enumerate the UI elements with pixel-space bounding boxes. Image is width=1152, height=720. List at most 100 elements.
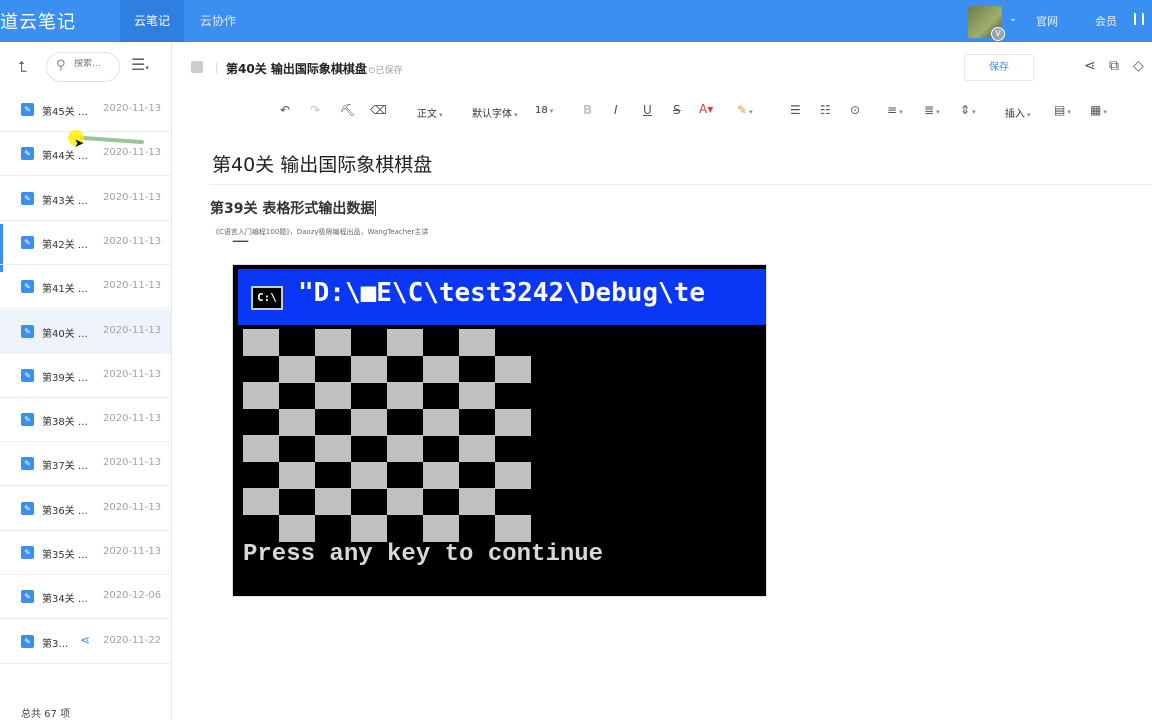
table-icon[interactable]: ▦ ▾ <box>1090 103 1107 117</box>
list-item[interactable]: ✎ 第35关 … 2020-11-13 <box>0 531 171 575</box>
note-icon: ✎ <box>21 501 34 515</box>
strikethrough-icon[interactable]: S <box>673 103 681 117</box>
back-icon[interactable]: ⮤ <box>18 58 27 76</box>
clipped-text-line: 一 <box>232 236 502 246</box>
align-icon[interactable]: ≡ ▾ <box>887 103 903 117</box>
font-color-icon[interactable]: A▾ <box>699 102 713 116</box>
note-list-sidebar: ⮤ ⚲ ☰▾ ✎第45关 …2020-11-13✎第44关 …2020-11-1… <box>0 42 172 720</box>
search-icon: ⚲ <box>56 58 66 73</box>
board-cell <box>315 329 351 356</box>
board-cell <box>243 488 279 515</box>
share-icon[interactable]: ⋖ <box>1084 58 1096 74</box>
line-height-icon[interactable]: ⇕ ▾ <box>960 103 976 117</box>
template-icon[interactable]: ▤ ▾ <box>1054 103 1071 117</box>
board-cell <box>459 435 495 462</box>
board-cell <box>423 514 459 542</box>
member-link[interactable]: 会员 <box>1095 13 1117 29</box>
checklist-icon[interactable]: ⊙ <box>850 103 860 117</box>
format-painter-icon[interactable]: ⛏ <box>340 103 355 117</box>
note-subtitle[interactable]: 第39关 表格形式输出数据 <box>210 198 377 218</box>
list-item[interactable]: ✎ 第41关 … 2020-11-13 <box>0 265 171 310</box>
board-cell <box>495 514 531 542</box>
console-title-path: "D:\■E\C\test3242\Debug\te <box>298 278 705 308</box>
italic-icon[interactable]: I <box>614 103 618 117</box>
redo-icon[interactable]: ↷ <box>310 103 320 117</box>
shared-icon: ⋖ <box>80 632 91 647</box>
board-cell <box>387 488 423 515</box>
heading-divider <box>210 184 1152 185</box>
avatar[interactable]: V <box>968 6 1005 41</box>
paragraph-style-select[interactable]: 正文 ▾ <box>417 105 443 120</box>
layout-toggle-icon[interactable] <box>191 61 203 73</box>
font-family-label: 默认字体 <box>472 109 512 120</box>
note-title: 第34关 … <box>42 594 88 606</box>
tab-cloud-collab[interactable]: 云协作 <box>196 0 240 42</box>
doc-title[interactable]: 第40关 输出国际象棋棋盘 <box>226 60 367 77</box>
note-title: 第39关 … <box>42 372 88 384</box>
search-input[interactable] <box>74 59 116 69</box>
note-title: 第37关 … <box>42 461 88 473</box>
copy-icon[interactable]: ⧉ <box>1109 58 1119 74</box>
underline-icon[interactable]: U <box>643 103 652 117</box>
font-size-select[interactable]: 18 ▾ <box>535 105 553 116</box>
insert-menu[interactable]: 插入 ▾ <box>1005 105 1031 120</box>
note-icon: ✎ <box>21 457 34 471</box>
editor-header: 第40关 输出国际象棋棋盘 ⊙已保存 保存 ⋖ ⧉ ◇ <box>172 42 1152 92</box>
note-icon: ✎ <box>21 147 34 161</box>
chevron-down-icon[interactable]: ⌄ <box>1009 13 1017 24</box>
note-date: 2020-11-13 <box>103 413 162 425</box>
note-date: 2020-11-13 <box>103 147 162 159</box>
tab-cloud-notes[interactable]: 云笔记 <box>120 0 184 42</box>
saved-status: ⊙已保存 <box>368 66 403 76</box>
note-date: 2020-11-13 <box>103 368 162 380</box>
note-icon: ✎ <box>21 324 34 338</box>
numbered-list-icon[interactable]: ☷ <box>820 103 831 117</box>
board-cell <box>279 355 315 383</box>
board-cell <box>243 382 279 409</box>
board-cell <box>351 514 387 542</box>
divider <box>216 62 217 74</box>
clipped-text: 一 <box>232 236 251 246</box>
board-cell <box>459 329 495 356</box>
console-titlebar: C:\ "D:\■E\C\test3242\Debug\te <box>238 269 766 325</box>
save-button[interactable]: 保存 <box>964 54 1034 81</box>
list-item[interactable]: ✎ 第36关 … 2020-11-13 <box>0 487 171 531</box>
list-item[interactable]: ✎ 第3… ⋖ 2020-11-22 <box>0 620 171 664</box>
list-item[interactable]: ✎ 第34关 … 2020-12-06 <box>0 575 171 620</box>
list-item[interactable]: ✎ 第39关 … 2020-11-13 <box>0 354 171 398</box>
font-family-select[interactable]: 默认字体 ▾ <box>472 105 518 120</box>
list-item[interactable]: ✎ 第43关 … 2020-11-13 <box>0 177 171 221</box>
tag-icon[interactable]: ◇ <box>1133 58 1144 74</box>
clear-format-icon[interactable]: ⌫ <box>370 103 387 117</box>
console-screenshot[interactable]: C:\ "D:\■E\C\test3242\Debug\te Press any… <box>232 264 767 597</box>
sort-menu-icon[interactable]: ☰▾ <box>131 55 149 74</box>
note-icon: ✎ <box>21 413 34 427</box>
list-item[interactable]: ✎ 第38关 … 2020-11-13 <box>0 398 171 443</box>
search-box[interactable]: ⚲ <box>46 52 120 82</box>
insert-label: 插入 <box>1005 109 1025 120</box>
list-item[interactable]: ✎ 第37关 … 2020-11-13 <box>0 442 171 487</box>
total-count: 总共 67 项 <box>21 709 71 720</box>
highlight-icon[interactable]: ✎ ▾ <box>737 103 753 117</box>
note-icon: ✎ <box>21 590 34 604</box>
note-date: 2020-11-13 <box>103 103 162 114</box>
note-date: 2020-11-13 <box>103 191 162 203</box>
indent-icon[interactable]: ≣ ▾ <box>924 103 940 117</box>
list-item[interactable]: ✎ 第40关 … 2020-11-13 <box>0 309 171 354</box>
list-item[interactable]: ✎ 第42关 … 2020-11-13 <box>0 221 171 265</box>
sidebar-tools: ⮤ ⚲ ☰▾ <box>0 42 172 92</box>
console-prompt: Press any key to continue <box>243 541 604 568</box>
note-heading[interactable]: 第40关 输出国际象棋棋盘 <box>212 150 432 177</box>
text-caret <box>375 200 377 216</box>
undo-icon[interactable]: ↶ <box>280 103 290 117</box>
app-title: 道云笔记 <box>0 12 76 33</box>
official-site-link[interactable]: 官网 <box>1036 13 1058 29</box>
note-title: 第35关 … <box>42 550 88 561</box>
board-cell <box>387 435 423 462</box>
board-cell <box>387 382 423 409</box>
window-control-icon[interactable] <box>1134 13 1144 25</box>
bold-icon[interactable]: B <box>583 103 592 117</box>
list-item[interactable]: ✎ 第45关 … 2020-11-13 <box>0 88 171 132</box>
bullet-list-icon[interactable]: ☰ <box>790 103 801 117</box>
top-bar: 道云笔记 云笔记 云协作 V ⌄ 官网 会员 <box>0 0 1152 42</box>
